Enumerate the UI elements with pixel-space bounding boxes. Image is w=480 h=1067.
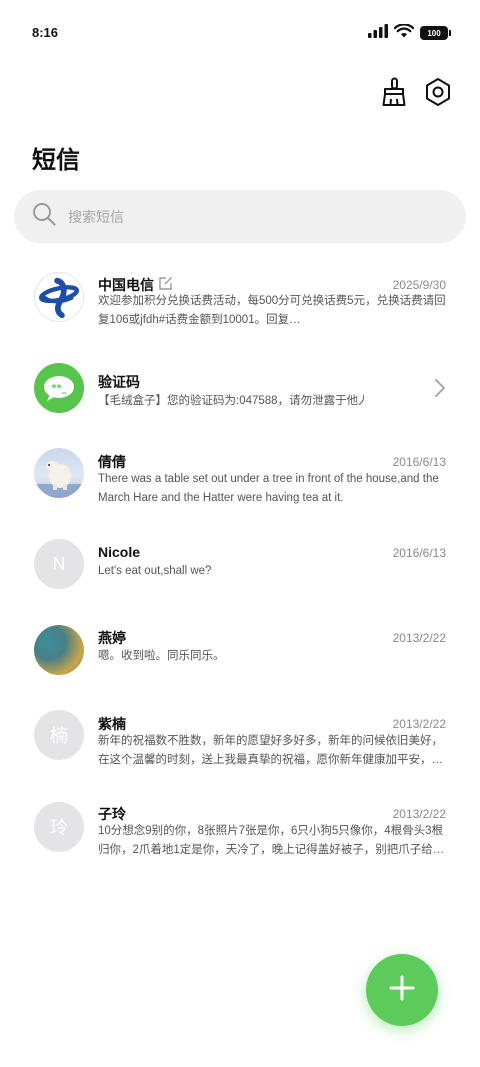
list-item[interactable]: 燕婷 2013/2/22 嗯。收到啦。同乐同乐。 bbox=[0, 606, 480, 692]
conversation-date: 2013/2/22 bbox=[392, 631, 446, 645]
conversation-preview: There was a table set out under a tree i… bbox=[98, 473, 439, 504]
broom-icon[interactable] bbox=[380, 76, 408, 108]
avatar: 楠 bbox=[34, 710, 84, 760]
conversation-date: 2016/6/13 bbox=[392, 546, 446, 560]
conversation-name: Nicole bbox=[98, 544, 140, 560]
search-input[interactable] bbox=[68, 208, 428, 225]
svg-text:**_: **_ bbox=[51, 383, 66, 394]
conversation-name: 倩倩 bbox=[98, 452, 126, 472]
plus-icon bbox=[388, 974, 416, 1007]
conversation-preview: 【毛绒盒子】您的验证码为:047588，请勿泄露于他人! bbox=[98, 395, 364, 407]
polar-bear-photo bbox=[34, 448, 84, 498]
conversation-date: 2025/9/30 bbox=[392, 278, 446, 292]
conversation-date: 2013/2/22 bbox=[392, 717, 446, 731]
conversation-name: 燕婷 bbox=[98, 628, 126, 648]
conversation-name: 紫楠 bbox=[98, 714, 126, 734]
conversation-preview: Let's eat out,shall we? bbox=[98, 565, 212, 577]
top-actions bbox=[380, 76, 452, 108]
conversation-date: 2016/6/13 bbox=[392, 455, 446, 469]
conversation-name-text: 燕婷 bbox=[98, 630, 126, 646]
list-item[interactable]: **_ 验证码 【毛绒盒子】您的验证码为:047588，请勿泄露于他人! bbox=[0, 342, 480, 434]
conversation-date: 2013/2/22 bbox=[392, 807, 446, 821]
conversation-name-text: Nicole bbox=[98, 544, 141, 560]
signal-icon bbox=[368, 23, 388, 43]
messages-screen: 8:16 100 短信 搜索短信 中国电信 2025/9/30 欢迎参加积分兑换… bbox=[0, 0, 480, 1067]
conversation-name: 验证码 bbox=[98, 372, 140, 392]
status-time: 8:16 bbox=[32, 24, 59, 40]
list-item[interactable]: N Nicole 2016/6/13 Let's eat out,shall w… bbox=[0, 522, 480, 606]
list-item[interactable]: 楠 紫楠 2013/2/22 新年的祝福数不胜数，新年的愿望好多好多，新年的问候… bbox=[0, 692, 480, 782]
status-bar: 8:16 100 bbox=[0, 0, 480, 66]
search-icon bbox=[32, 202, 56, 231]
search-bar[interactable] bbox=[14, 190, 466, 243]
china-telecom-logo bbox=[34, 272, 84, 322]
conversation-name: 子玲 bbox=[98, 804, 126, 824]
settings-hex-icon[interactable] bbox=[424, 76, 452, 108]
battery-icon: 100 bbox=[420, 26, 451, 40]
conversation-name-text: 子玲 bbox=[98, 806, 126, 822]
conversation-preview: 欢迎参加积分兑换话费活动，每500分可兑换话费5元，兑换话费请回复106或jfd… bbox=[98, 295, 446, 326]
page-title: 短信 bbox=[32, 147, 80, 174]
wifi-icon bbox=[393, 22, 415, 43]
avatar: N bbox=[34, 539, 84, 589]
status-icons: 100 bbox=[368, 22, 451, 43]
conversation-name-text: 紫楠 bbox=[98, 716, 126, 732]
list-item[interactable]: 中国电信 2025/9/30 欢迎参加积分兑换话费活动，每500分可兑换话费5元… bbox=[0, 250, 480, 342]
new-message-button[interactable] bbox=[366, 954, 438, 1026]
list-item[interactable]: 倩倩 2016/6/13 There was a table set out u… bbox=[0, 434, 480, 522]
conversation-preview: 新年的祝福数不胜数，新年的愿望好多好多，新年的问候依旧美好，在这个温馨的时刻，送… bbox=[98, 735, 443, 766]
conversation-name-text: 验证码 bbox=[98, 374, 140, 390]
list-item[interactable]: 玲 子玲 2013/2/22 10分想念9别的你，8张照片7张是你，6只小狗5只… bbox=[0, 782, 480, 872]
conversation-preview: 嗯。收到啦。同乐同乐。 bbox=[98, 650, 225, 662]
landscape-photo bbox=[34, 625, 84, 675]
avatar: 玲 bbox=[34, 802, 84, 852]
conversation-preview: 10分想念9别的你，8张照片7张是你，6只小狗5只像你，4根骨头3根归你，2爪着… bbox=[98, 825, 445, 856]
chevron-right-icon bbox=[434, 378, 446, 403]
conversation-name-text: 倩倩 bbox=[98, 454, 126, 470]
message-bubble-logo: **_ bbox=[34, 363, 84, 413]
